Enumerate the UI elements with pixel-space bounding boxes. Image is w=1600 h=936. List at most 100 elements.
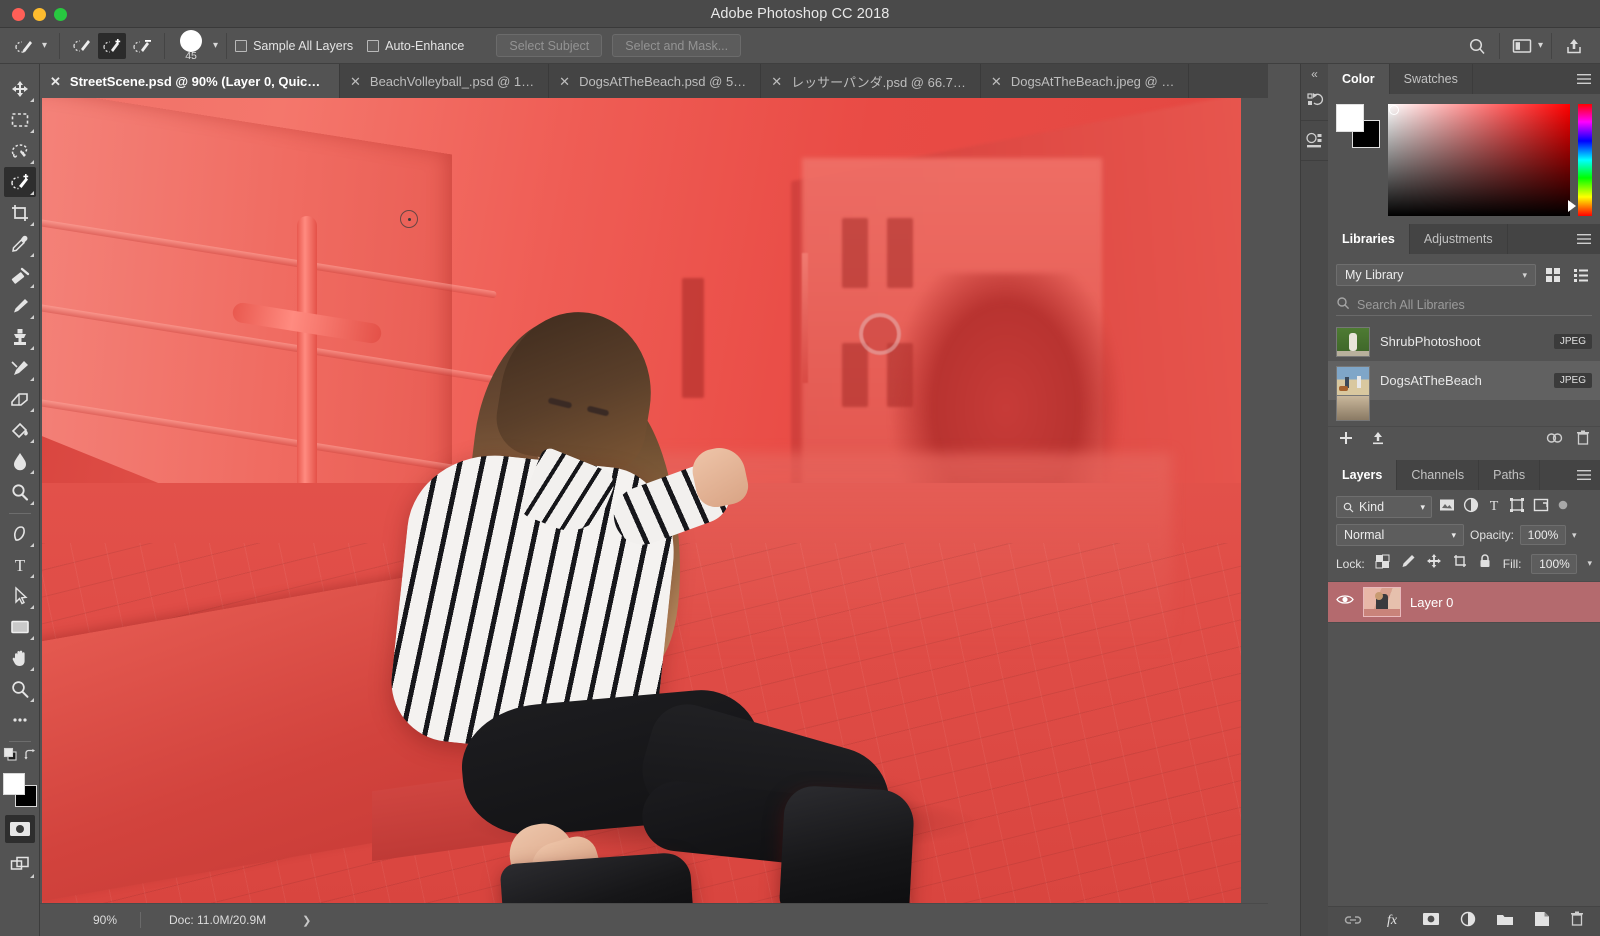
selection-mode-group[interactable]	[68, 32, 156, 59]
workspace-chevron-down-icon[interactable]: ▾	[1538, 40, 1543, 51]
filter-smart-object-icon[interactable]	[1533, 498, 1549, 517]
fill-value[interactable]: 100%	[1531, 553, 1578, 574]
new-selection-button[interactable]	[68, 33, 96, 59]
crop-tool-icon[interactable]	[4, 198, 36, 228]
type-tool-icon[interactable]: T	[4, 550, 36, 580]
library-select[interactable]: My Library ▾	[1336, 264, 1536, 286]
add-icon[interactable]	[1338, 430, 1354, 451]
filter-shape-icon[interactable]	[1509, 497, 1525, 518]
layer-mask-icon[interactable]	[1422, 912, 1440, 931]
checkbox-box[interactable]	[235, 39, 248, 52]
tab-swatches[interactable]: Swatches	[1390, 64, 1473, 94]
panel-menu-icon[interactable]	[1576, 224, 1600, 254]
close-icon[interactable]: ✕	[771, 75, 782, 88]
rectangle-tool-icon[interactable]	[4, 612, 36, 642]
saturation-value-field[interactable]	[1388, 104, 1570, 216]
workspace-icon[interactable]	[1508, 33, 1536, 59]
foreground-background-color-swatches[interactable]	[2, 773, 37, 807]
foreground-color-swatch[interactable]	[2, 773, 25, 795]
creative-cloud-icon[interactable]	[1546, 431, 1564, 450]
lock-position-icon[interactable]	[1426, 553, 1442, 574]
list-item[interactable]: ShrubPhotoshoot JPEG	[1328, 322, 1600, 361]
checkbox-box[interactable]	[367, 39, 380, 52]
history-icon[interactable]	[1300, 81, 1329, 121]
search-icon[interactable]	[1463, 33, 1491, 59]
share-icon[interactable]	[1560, 33, 1588, 59]
move-tool-icon[interactable]	[4, 74, 36, 104]
tab-layers[interactable]: Layers	[1328, 460, 1398, 490]
document-tab-lesser-panda[interactable]: ✕ レッサーパンダ.psd @ 66.7…	[761, 64, 981, 98]
dodge-tool-icon[interactable]	[4, 477, 36, 507]
brush-tool-icon[interactable]	[4, 291, 36, 321]
table-row[interactable]: Layer 0	[1328, 581, 1600, 623]
edit-toolbar-icon[interactable]	[4, 705, 36, 735]
lock-all-icon[interactable]	[1478, 553, 1492, 574]
document-tab-dogsatthebeach-jpeg[interactable]: ✕ DogsAtTheBeach.jpeg @ …	[981, 64, 1190, 98]
new-layer-icon[interactable]	[1534, 911, 1550, 932]
history-brush-tool-icon[interactable]	[4, 353, 36, 383]
color-panel-swatches[interactable]	[1336, 104, 1380, 150]
subtract-from-selection-button[interactable]	[128, 33, 156, 59]
auto-enhance-checkbox[interactable]: Auto-Enhance	[367, 39, 464, 53]
zoom-tool-icon[interactable]	[4, 674, 36, 704]
spot-healing-brush-tool-icon[interactable]	[4, 260, 36, 290]
eyedropper-tool-icon[interactable]	[4, 229, 36, 259]
rectangular-marquee-tool-icon[interactable]	[4, 105, 36, 135]
pen-tool-icon[interactable]	[4, 519, 36, 549]
document-canvas[interactable]	[42, 98, 1241, 903]
hue-slider[interactable]	[1568, 104, 1592, 216]
window-controls[interactable]	[12, 8, 67, 21]
library-search-input[interactable]: Search All Libraries	[1357, 298, 1465, 312]
tab-adjustments[interactable]: Adjustments	[1410, 224, 1508, 254]
lasso-tool-icon[interactable]	[4, 136, 36, 166]
document-tab-dogsatthebeach-psd[interactable]: ✕ DogsAtTheBeach.psd @ 5…	[549, 64, 762, 98]
grid-view-icon[interactable]	[1542, 264, 1564, 286]
properties-3d-icon[interactable]	[1300, 121, 1329, 161]
quick-selection-tool-icon[interactable]	[3, 167, 36, 197]
document-tab-streetscene[interactable]: ✕ StreetScene.psd @ 90% (Layer 0, Quick …	[40, 64, 340, 98]
clone-stamp-tool-icon[interactable]	[4, 322, 36, 352]
delete-layer-icon[interactable]	[1570, 911, 1584, 932]
chevron-down-icon[interactable]: ▾	[1522, 270, 1527, 281]
chevron-right-icon[interactable]: ❯	[302, 914, 311, 927]
filter-image-icon[interactable]	[1439, 498, 1455, 517]
tab-paths[interactable]: Paths	[1479, 460, 1541, 490]
filter-toggle-icon[interactable]	[1557, 498, 1569, 516]
eraser-tool-icon[interactable]	[4, 384, 36, 414]
filter-adjustment-icon[interactable]	[1463, 497, 1479, 518]
link-layers-icon[interactable]	[1344, 913, 1362, 931]
quick-mask-mode-icon[interactable]	[4, 815, 35, 843]
lock-transparent-pixels-icon[interactable]	[1375, 554, 1390, 574]
collapse-panels-icon[interactable]: «	[1311, 67, 1318, 81]
list-item[interactable]	[1328, 395, 1600, 421]
opacity-chevron-down-icon[interactable]: ▾	[1572, 530, 1577, 541]
lock-image-pixels-icon[interactable]	[1400, 553, 1416, 574]
select-and-mask-button[interactable]: Select and Mask...	[612, 34, 742, 57]
maximize-window-button[interactable]	[54, 8, 67, 21]
foreground-color-chip[interactable]	[1336, 104, 1364, 132]
panel-menu-icon[interactable]	[1576, 460, 1600, 490]
sample-all-layers-checkbox[interactable]: Sample All Layers	[235, 39, 353, 53]
lock-artboard-icon[interactable]	[1452, 553, 1468, 574]
close-icon[interactable]: ✕	[559, 75, 570, 88]
add-to-selection-button[interactable]	[98, 32, 127, 59]
default-foreground-background-icon[interactable]	[3, 747, 18, 767]
close-window-button[interactable]	[12, 8, 25, 21]
close-icon[interactable]: ✕	[991, 75, 1002, 88]
hue-slider-handle[interactable]	[1568, 200, 1576, 212]
panel-menu-icon[interactable]	[1576, 64, 1600, 94]
layer-filter-kind-select[interactable]: Kind ▾	[1336, 496, 1432, 518]
minimize-window-button[interactable]	[33, 8, 46, 21]
path-selection-tool-icon[interactable]	[4, 581, 36, 611]
fill-chevron-down-icon[interactable]: ▾	[1587, 558, 1592, 569]
adjustment-layer-icon[interactable]	[1460, 911, 1476, 932]
quick-selection-tool-icon[interactable]	[10, 33, 38, 59]
filter-type-icon[interactable]: T	[1487, 497, 1501, 518]
brush-size-preview[interactable]: 45	[173, 29, 209, 62]
tab-color[interactable]: Color	[1328, 64, 1390, 94]
eye-icon[interactable]	[1336, 593, 1354, 611]
tool-preset-picker[interactable]: ▾	[6, 33, 51, 59]
tab-channels[interactable]: Channels	[1397, 460, 1480, 490]
swap-colors-icon[interactable]	[23, 748, 37, 767]
layer-style-fx-icon[interactable]: fx	[1382, 911, 1402, 932]
